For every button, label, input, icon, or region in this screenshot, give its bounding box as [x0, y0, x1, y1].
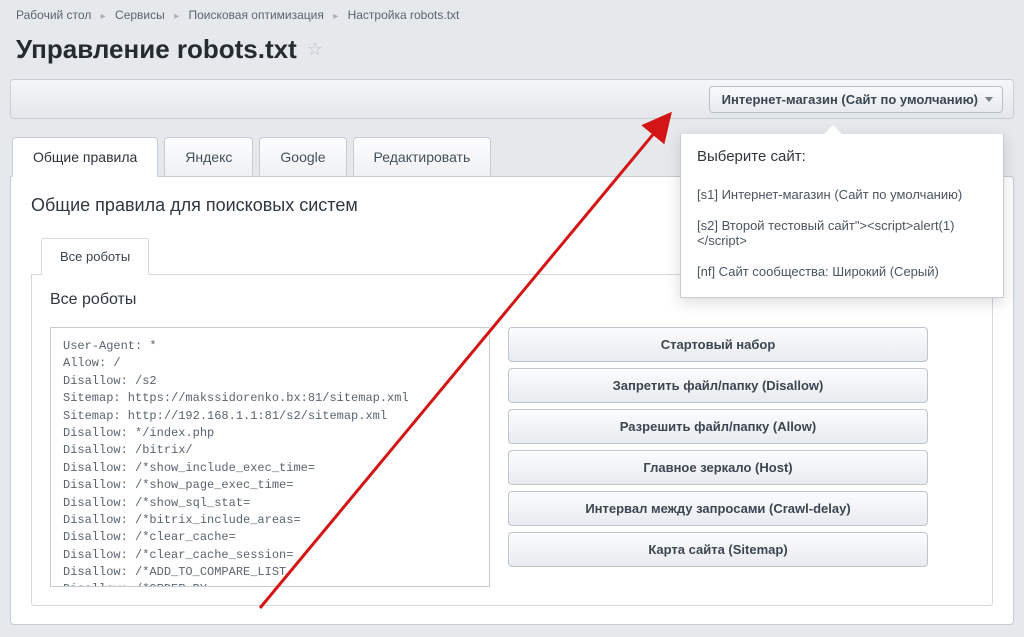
breadcrumb-item[interactable]: Рабочий стол — [16, 8, 91, 22]
breadcrumb-item[interactable]: Настройка robots.txt — [348, 8, 460, 22]
chevron-right-icon: ▸ — [174, 11, 179, 22]
chevron-right-icon: ▸ — [101, 11, 106, 22]
tab-yandex[interactable]: Яндекс — [164, 137, 253, 177]
site-selector-button[interactable]: Интернет-магазин (Сайт по умолчанию) — [709, 86, 1003, 113]
page-title: Управление robots.txt — [16, 34, 297, 65]
site-option[interactable]: [s1] Интернет-магазин (Сайт по умолчанию… — [697, 179, 987, 210]
toolbar: Интернет-магазин (Сайт по умолчанию) — [10, 79, 1014, 119]
chevron-right-icon: ▸ — [333, 11, 338, 22]
site-option[interactable]: [nf] Сайт сообщества: Широкий (Серый) — [697, 256, 987, 287]
breadcrumb-item[interactable]: Поисковая оптимизация — [188, 8, 323, 22]
action-buttons: Стартовый набор Запретить файл/папку (Di… — [508, 327, 928, 567]
tab-google[interactable]: Google — [259, 137, 346, 177]
star-icon[interactable]: ☆ — [307, 39, 323, 60]
tab-all-robots[interactable]: Все роботы — [41, 238, 149, 275]
crawl-delay-button[interactable]: Интервал между запросами (Crawl-delay) — [508, 491, 928, 526]
start-set-button[interactable]: Стартовый набор — [508, 327, 928, 362]
editor-row: User-Agent: * Allow: / Disallow: /s2 Sit… — [50, 327, 974, 587]
allow-button[interactable]: Разрешить файл/папку (Allow) — [508, 409, 928, 444]
site-option[interactable]: [s2] Второй тестовый сайт"><script>alert… — [697, 210, 987, 256]
dropdown-heading: Выберите сайт: — [697, 148, 987, 165]
disallow-button[interactable]: Запретить файл/папку (Disallow) — [508, 368, 928, 403]
host-button[interactable]: Главное зеркало (Host) — [508, 450, 928, 485]
breadcrumb-item[interactable]: Сервисы — [115, 8, 165, 22]
inner-panel: Все роботы User-Agent: * Allow: / Disall… — [31, 274, 993, 606]
sitemap-button[interactable]: Карта сайта (Sitemap) — [508, 532, 928, 567]
tab-common-rules[interactable]: Общие правила — [12, 137, 158, 177]
page-title-row: Управление robots.txt ☆ — [0, 30, 1024, 79]
tab-edit[interactable]: Редактировать — [353, 137, 492, 177]
breadcrumb: Рабочий стол ▸ Сервисы ▸ Поисковая оптим… — [0, 0, 1024, 30]
site-selector-label: Интернет-магазин (Сайт по умолчанию) — [722, 92, 978, 107]
robots-textarea[interactable]: User-Agent: * Allow: / Disallow: /s2 Sit… — [50, 327, 490, 587]
site-selector-dropdown: Выберите сайт: [s1] Интернет-магазин (Са… — [680, 134, 1004, 298]
